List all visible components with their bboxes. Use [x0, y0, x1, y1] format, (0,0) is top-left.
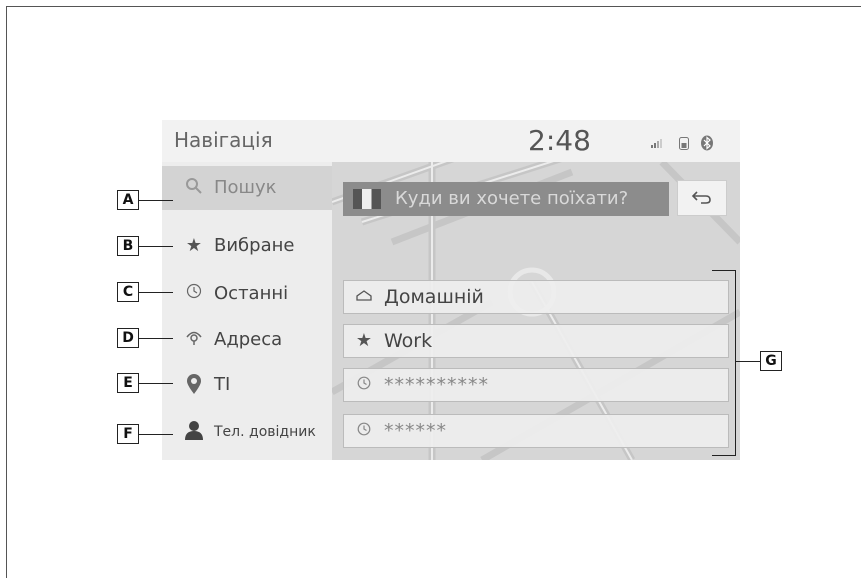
star-icon: ★	[355, 330, 373, 351]
destination-search-input[interactable]: Куди ви хочете поїхати?	[343, 182, 669, 216]
home-icon	[354, 286, 374, 308]
search-icon	[182, 176, 206, 200]
sidebar-item-address[interactable]: Адреса	[162, 318, 332, 362]
sidebar-item-label: Вибране	[214, 235, 295, 256]
callout-g-bracket	[712, 270, 736, 456]
clock-icon	[354, 420, 374, 442]
sidebar-item-label: Адреса	[214, 329, 283, 350]
callout-b: B	[117, 236, 139, 256]
callout-e: E	[117, 373, 139, 393]
clock-icon	[182, 282, 206, 306]
status-bar: Навігація 2:48	[162, 120, 740, 162]
sidebar-item-poi[interactable]: TI	[162, 363, 332, 407]
status-icons	[650, 135, 730, 151]
favorite-label: Work	[384, 330, 433, 352]
callout-c: C	[117, 282, 139, 302]
poi-pin-icon	[182, 373, 206, 397]
flag-icon	[353, 189, 381, 209]
bluetooth-icon	[700, 135, 714, 156]
person-icon	[182, 420, 206, 444]
address-icon	[182, 328, 206, 352]
phone-battery-icon	[678, 135, 690, 156]
favorite-work-button[interactable]: ★ Work	[343, 324, 729, 358]
callout-leader	[139, 246, 173, 247]
star-icon: ★	[185, 235, 203, 256]
search-placeholder: Куди ви хочете поїхати?	[395, 188, 629, 209]
recent-destination-button[interactable]: **********	[343, 368, 729, 402]
sidebar-item-search[interactable]: Пошук	[162, 166, 332, 210]
callout-f: F	[117, 424, 139, 444]
sidebar: Пошук ★ Вибране Останні Адреса TI Тел. д…	[162, 162, 332, 460]
sidebar-item-favorites[interactable]: ★ Вибране	[162, 224, 332, 268]
favorite-label: ******	[384, 420, 447, 442]
sidebar-item-label: Пошук	[214, 177, 277, 198]
favorite-label: **********	[384, 374, 489, 396]
callout-leader	[139, 383, 173, 384]
navigation-screen: Навігація 2:48 Пошук ★ Вибране Останні А…	[162, 120, 740, 460]
back-button[interactable]	[677, 180, 727, 216]
sidebar-item-phonebook[interactable]: Тел. довідник	[162, 410, 332, 454]
sidebar-item-label: Тел. довідник	[214, 424, 316, 440]
back-arrow-icon	[691, 186, 713, 210]
favorite-label: Домашній	[384, 286, 484, 308]
callout-leader	[139, 434, 173, 435]
callout-leader	[139, 200, 173, 201]
recent-destination-button[interactable]: ******	[343, 414, 729, 448]
sidebar-item-label: TI	[214, 374, 231, 395]
callout-d: D	[117, 328, 139, 348]
callout-leader	[139, 292, 173, 293]
clock-icon	[354, 374, 374, 396]
signal-icon	[650, 135, 664, 154]
callout-g: G	[760, 351, 782, 371]
sidebar-item-label: Останні	[214, 283, 289, 304]
callout-leader	[736, 361, 760, 362]
sidebar-item-recent[interactable]: Останні	[162, 272, 332, 316]
callout-leader	[139, 338, 173, 339]
callout-a: A	[117, 190, 139, 210]
clock: 2:48	[528, 124, 591, 157]
page-title: Навігація	[174, 128, 273, 152]
favorite-home-button[interactable]: Домашній	[343, 280, 729, 314]
